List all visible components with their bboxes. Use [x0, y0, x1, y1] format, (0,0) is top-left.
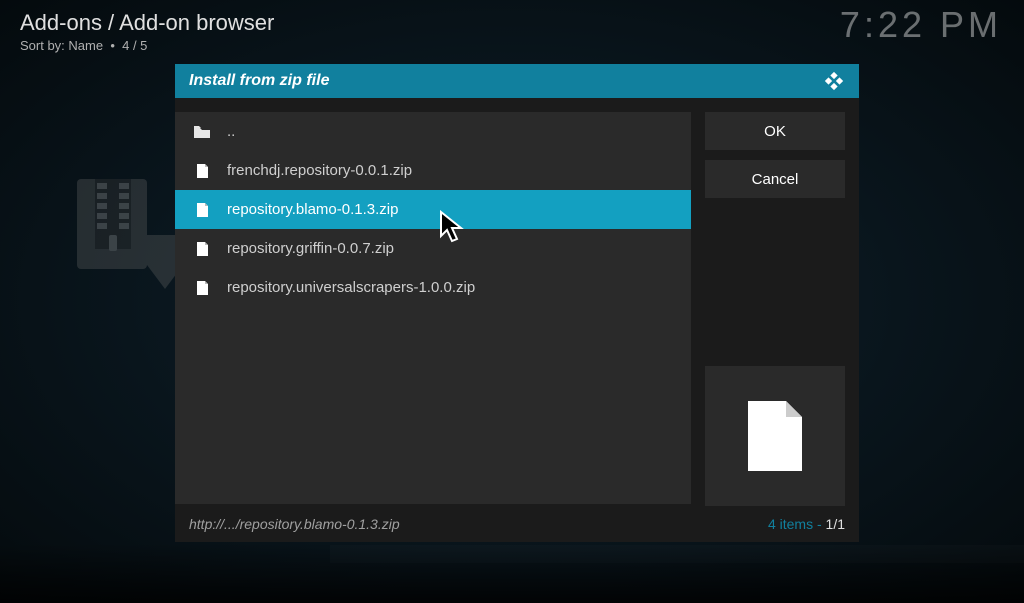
- items-count: 4 items - 1/1: [768, 516, 845, 532]
- file-row[interactable]: repository.griffin-0.0.7.zip: [175, 229, 691, 268]
- sort-label: Sort by: Name: [20, 38, 103, 53]
- ok-button[interactable]: OK: [705, 112, 845, 150]
- dialog-footer: http://.../repository.blamo-0.1.3.zip 4 …: [175, 506, 859, 542]
- cancel-button[interactable]: Cancel: [705, 160, 845, 198]
- current-path: http://.../repository.blamo-0.1.3.zip: [189, 516, 400, 532]
- header-block: Add-ons / Add-on browser Sort by: Name •…: [20, 10, 274, 53]
- file-icon: [193, 280, 211, 296]
- parent-dir-row[interactable]: ..: [175, 112, 691, 151]
- install-zip-dialog: Install from zip file .. frenchdj.reposit…: [175, 64, 859, 542]
- file-row[interactable]: frenchdj.repository-0.0.1.zip: [175, 151, 691, 190]
- preview-thumbnail: [705, 366, 845, 506]
- side-panel: OK Cancel: [705, 112, 845, 506]
- file-icon: [193, 241, 211, 257]
- file-row[interactable]: repository.blamo-0.1.3.zip: [175, 190, 691, 229]
- clock: 7:22 PM: [840, 4, 1002, 46]
- file-icon: [193, 163, 211, 179]
- file-label: repository.griffin-0.0.7.zip: [227, 240, 394, 257]
- file-label: repository.blamo-0.1.3.zip: [227, 201, 398, 218]
- file-icon: [744, 399, 806, 473]
- file-row[interactable]: repository.universalscrapers-1.0.0.zip: [175, 268, 691, 307]
- file-icon: [193, 202, 211, 218]
- page-title: Add-ons / Add-on browser: [20, 10, 274, 36]
- folder-up-icon: [193, 125, 211, 139]
- file-label: frenchdj.repository-0.0.1.zip: [227, 162, 412, 179]
- sort-info: Sort by: Name • 4 / 5: [20, 38, 274, 53]
- dialog-title: Install from zip file: [189, 72, 329, 90]
- page-indicator: 1/1: [826, 516, 845, 532]
- file-list[interactable]: .. frenchdj.repository-0.0.1.zip repositor…: [175, 112, 691, 504]
- kodi-logo-icon: [823, 70, 845, 92]
- dialog-header: Install from zip file: [175, 64, 859, 98]
- file-label: ..: [227, 123, 235, 140]
- list-position: 4 / 5: [122, 38, 147, 53]
- zip-background-icon: [65, 175, 185, 310]
- file-label: repository.universalscrapers-1.0.0.zip: [227, 279, 475, 296]
